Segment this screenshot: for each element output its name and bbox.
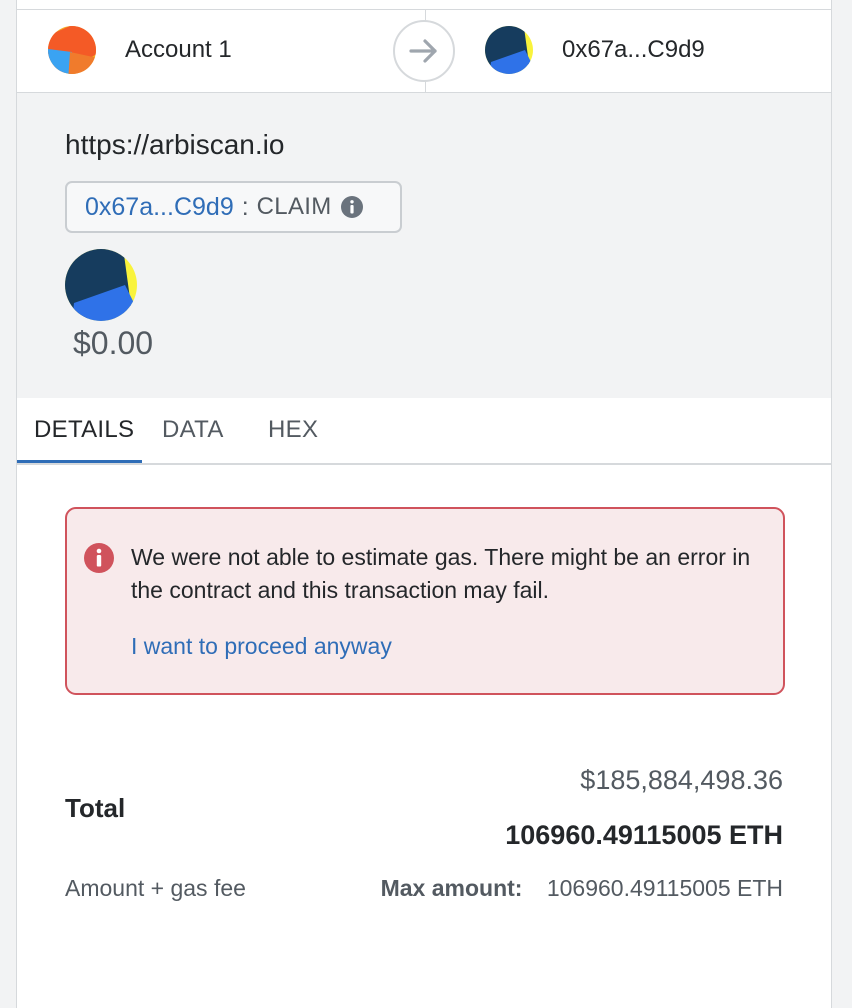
tab-bar: DETAILS DATA HEX	[17, 398, 831, 465]
contract-address-link[interactable]: 0x67a...C9d9	[85, 193, 234, 222]
transaction-value: $0.00	[73, 325, 154, 361]
tab-details[interactable]: DETAILS	[34, 416, 134, 444]
proceed-anyway-link[interactable]: I want to proceed anyway	[131, 633, 392, 660]
amount-gas-fee-label: Amount + gas fee	[65, 875, 246, 901]
method-name: CLAIM	[256, 193, 332, 220]
tab-data[interactable]: DATA	[162, 416, 224, 444]
arrow-right-icon	[393, 20, 455, 82]
error-message: We were not able to estimate gas. There …	[131, 544, 751, 603]
max-amount-row: Max amount: 106960.49115005 ETH	[381, 875, 783, 902]
transaction-summary: https://arbiscan.io 0x67a...C9d9 : CLAIM…	[17, 93, 831, 398]
active-tab-indicator	[17, 460, 142, 463]
method-separator: :	[241, 192, 249, 221]
info-icon[interactable]	[340, 195, 364, 219]
gas-estimate-error: We were not able to estimate gas. There …	[65, 507, 785, 695]
total-eth-value: 106960.49115005 ETH	[505, 820, 783, 850]
recipient-avatar-icon	[485, 26, 533, 74]
sender-recipient-header: Account 1 0x67a...C9d9	[17, 10, 831, 93]
max-amount-value: 106960.49115005 ETH	[546, 875, 783, 901]
origin-url: https://arbiscan.io	[65, 129, 285, 160]
confirm-transaction-panel: Account 1 0x67a...C9d9 https://arbiscan.…	[16, 0, 832, 1008]
method-pill: 0x67a...C9d9 : CLAIM	[65, 181, 402, 233]
recipient-address[interactable]: 0x67a...C9d9	[562, 36, 705, 64]
total-label: Total	[65, 793, 126, 823]
sender-avatar-icon	[48, 26, 96, 74]
total-fiat-value: $185,884,498.36	[580, 765, 783, 795]
sender-account-name[interactable]: Account 1	[125, 36, 232, 64]
contract-avatar-icon	[65, 249, 137, 321]
tab-hex[interactable]: HEX	[268, 416, 318, 444]
error-icon	[83, 542, 115, 574]
max-amount-label: Max amount:	[380, 875, 523, 901]
